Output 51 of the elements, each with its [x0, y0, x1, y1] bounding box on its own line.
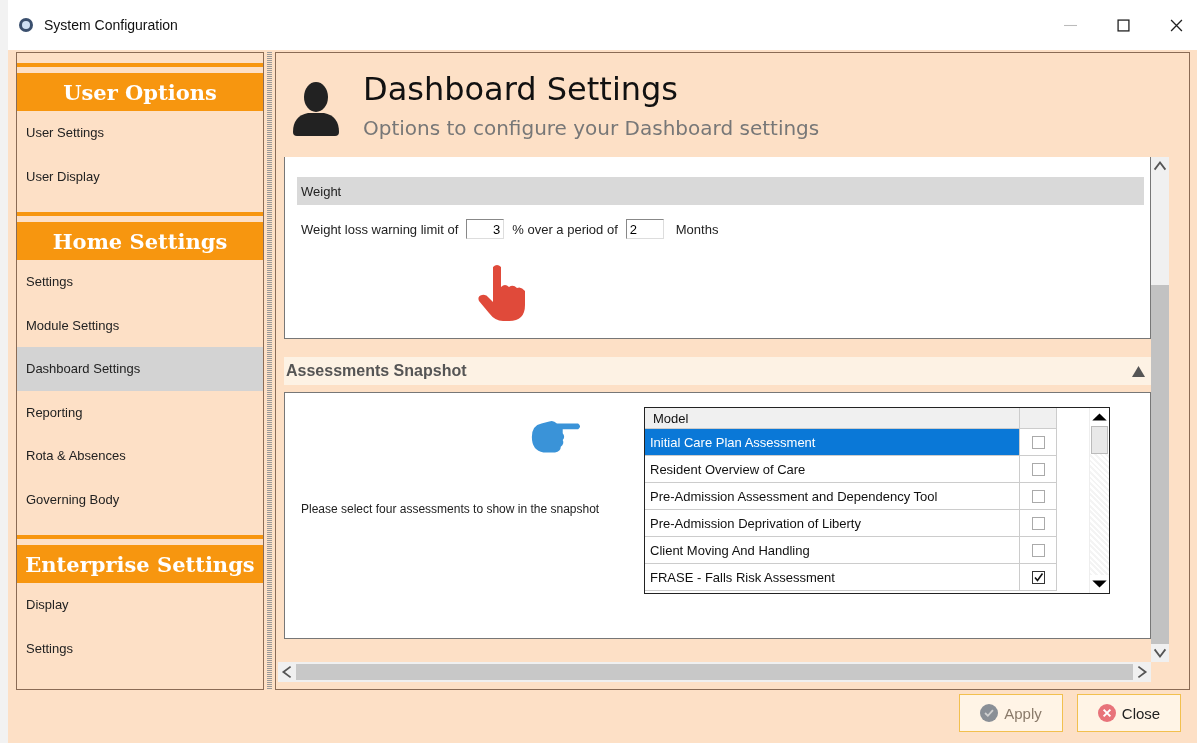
sidebar-item[interactable]: Settings	[17, 626, 263, 670]
period-field[interactable]: 2	[625, 219, 664, 239]
field-label: % over a period of	[512, 221, 618, 237]
sidebar-item[interactable]: Reporting	[17, 390, 263, 434]
table-cell[interactable]: Resident Overview of Care	[645, 456, 1020, 482]
page-subtitle: Options to configure your Dashboard settings	[363, 116, 820, 140]
checkbox[interactable]	[1031, 435, 1045, 449]
maximize-icon[interactable]	[1117, 18, 1130, 32]
table-cell[interactable]: Initial Care Plan Assessment	[645, 429, 1020, 455]
close-button[interactable]: Close	[1077, 694, 1181, 732]
page-title: Dashboard Settings	[363, 70, 680, 108]
table-cell[interactable]: Pre-Admission Deprivation of Liberty	[645, 510, 1020, 536]
section-header: Enterprise Settings	[17, 545, 263, 583]
checkbox[interactable]	[1031, 570, 1045, 584]
section-header: Home Settings	[17, 222, 263, 260]
sidebar-item[interactable]: Settings	[17, 260, 263, 304]
field-label: Weight loss warning limit of	[301, 221, 459, 237]
sidebar-item[interactable]: Dashboard Settings	[17, 347, 263, 391]
horizontal-scrollbar[interactable]	[278, 662, 1151, 682]
section-header: User Options	[17, 73, 263, 111]
app-icon	[18, 17, 34, 33]
unit-label: Months	[675, 221, 719, 237]
limit-field[interactable]: 3	[466, 219, 505, 239]
sidebar-item[interactable]: User Display	[17, 154, 263, 198]
column-header: Model	[645, 408, 1020, 428]
checkbox[interactable]	[1031, 516, 1045, 530]
sidebar-item[interactable]: Rota & Absences	[17, 434, 263, 478]
cancel-icon	[1097, 704, 1116, 722]
table-cell[interactable]: Client Moving And Handling	[645, 537, 1020, 563]
checkbox[interactable]	[1031, 543, 1045, 557]
scroll-thumb[interactable]	[1151, 285, 1169, 644]
checkbox[interactable]	[1031, 489, 1045, 503]
sidebar-item[interactable]: Module Settings	[17, 303, 263, 347]
sidebar-item[interactable]: Governing Body	[17, 477, 263, 521]
vertical-scrollbar[interactable]	[1151, 157, 1169, 662]
close-icon[interactable]	[1170, 18, 1183, 32]
prompt-text: Please select four assessments to show in the snapshot	[301, 502, 600, 516]
collapse-icon[interactable]	[1132, 365, 1145, 377]
table-cell[interactable]: FRASE - Falls Risk Assessment	[645, 564, 1020, 590]
window-title: System Configuration	[44, 17, 178, 33]
sidebar-item[interactable]: User Settings	[17, 111, 263, 155]
table-cell[interactable]: Pre-Admission Assessment and Dependency Tool	[645, 483, 1020, 509]
scroll-thumb[interactable]	[1091, 426, 1108, 454]
sidebar-item[interactable]: Display	[17, 583, 263, 627]
check-icon	[980, 704, 999, 722]
scroll-thumb[interactable]	[296, 664, 1133, 680]
group-heading: Weight	[297, 177, 1144, 205]
section-title: Assessments Snapshot	[286, 362, 467, 380]
person-icon	[291, 80, 341, 136]
checkbox[interactable]	[1031, 462, 1045, 476]
table-scrollbar[interactable]	[1089, 408, 1109, 593]
